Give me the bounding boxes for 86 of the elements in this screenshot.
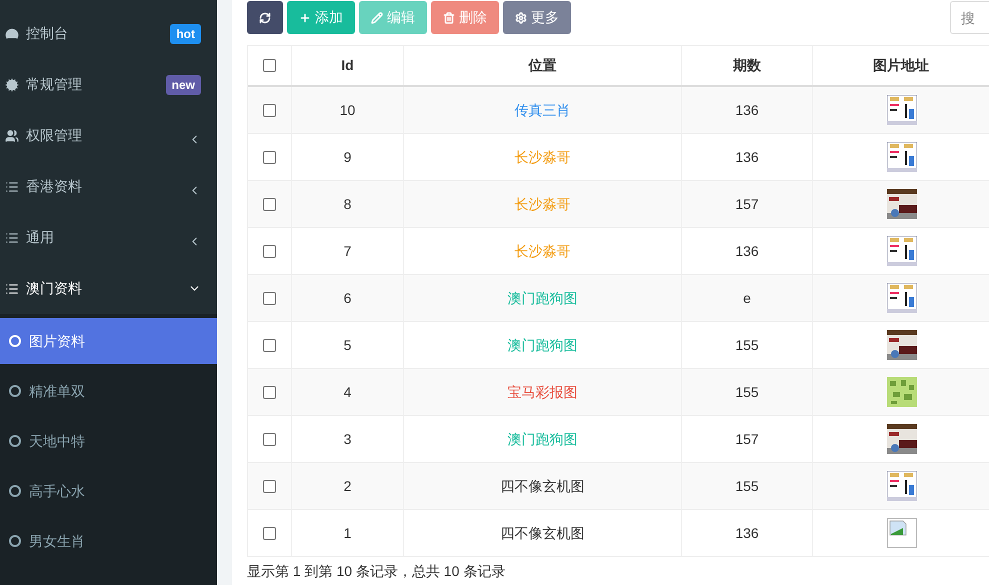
settings-icon [515,12,527,24]
table-cell-text: 155 [735,476,759,496]
sidebar-item[interactable]: 澳门资料 [0,263,217,314]
table-cell-text: 155 [735,382,759,402]
sidebar-item[interactable]: 常规管理 new [0,59,217,110]
more-button[interactable]: 更多 [503,1,571,34]
table-cell-text: e [743,288,751,308]
row-checkbox[interactable] [263,386,276,398]
row-checkbox[interactable] [263,338,276,352]
trash-icon [443,12,455,24]
scene-thumbnail-icon [886,189,916,219]
table-cell-text: 157 [735,430,759,448]
sidebar-item-label: 常规管理 [26,75,82,94]
table-cell-text: 136 [735,100,759,120]
submenu-item[interactable]: 天地中特 [0,418,217,464]
sidebar-item-label: 澳门资料 [26,279,82,298]
sidebar-badge: new [166,74,201,94]
book-thumbnail-icon [886,95,916,125]
refresh-button[interactable] [247,1,283,34]
table-cell-text: 157 [735,194,759,214]
list-icon [5,282,19,296]
sidebar-item-label: 通用 [26,228,54,247]
book-thumbnail-icon [886,142,916,172]
users-icon [5,128,19,142]
row-checkbox[interactable] [263,198,276,210]
table-cell-text: 136 [735,148,759,166]
location-link[interactable]: 四不像玄机图 [500,476,584,496]
table-cell-text: 7 [344,242,352,260]
sidebar-item-label: 香港资料 [26,177,82,196]
table-cell-text: 9 [344,148,352,166]
pattern-thumbnail-icon [886,377,916,407]
sidebar-item[interactable]: 香港资料 [0,161,217,212]
submenu-item-label: 高手心水 [29,482,85,500]
column-header[interactable]: 期数 [682,46,813,85]
table-cell-text: 8 [344,194,352,214]
row-checkbox[interactable] [263,432,276,446]
submenu-item-label: 精准单双 [29,382,85,400]
table-cell-text: 5 [344,336,352,354]
table-cell-text: 4 [344,382,352,402]
book-thumbnail-icon [886,236,916,266]
location-link[interactable]: 四不像玄机图 [500,522,584,544]
table-cell-text: 2 [344,476,352,496]
row-checkbox[interactable] [263,150,276,164]
sidebar-item[interactable]: 控制台 hot [0,8,217,59]
scene-thumbnail-icon [886,330,916,360]
plus-icon [299,12,311,24]
submenu-item[interactable]: 图片资料 [0,318,217,364]
column-header[interactable]: 位置 [404,46,682,85]
column-header[interactable]: Id [292,46,404,85]
list-icon [5,230,19,244]
table-cell-text: 136 [735,242,759,260]
submenu-item-label: 图片资料 [29,332,85,350]
pagination-summary: 显示第 1 到第 10 条记录，总共 10 条记录 [247,563,506,579]
row-checkbox[interactable] [263,104,276,116]
book-thumbnail-icon [886,471,916,501]
search-field[interactable]: 搜 [950,1,989,34]
sidebar-item-label: 权限管理 [26,126,82,145]
select-all-checkbox[interactable] [263,59,276,72]
book-thumbnail-icon [886,283,916,313]
row-checkbox[interactable] [263,292,276,304]
sidebar-item[interactable]: 通用 [0,212,217,263]
refresh-icon [259,12,271,24]
row-checkbox[interactable] [263,244,276,258]
table-cell-text: 3 [344,430,352,448]
submenu-item-label: 男女生肖 [29,532,85,550]
column-header[interactable]: 图片地址 [813,46,989,85]
sidebar-badge: hot [170,24,201,44]
row-checkbox[interactable] [263,480,276,492]
table-cell-text: 155 [735,336,759,354]
sidebar-item[interactable]: 权限管理 [0,110,217,161]
table-cell-text: 1 [344,524,352,542]
table-cell-text: 136 [735,524,759,542]
submenu-item[interactable]: 精准单双 [0,368,217,414]
row-checkbox[interactable] [263,526,276,540]
sidebar-item-label: 控制台 [26,24,68,43]
table-cell-text: 10 [340,100,356,120]
scene-thumbnail-icon [886,424,916,454]
list-icon [5,180,19,194]
broken-image-icon [886,518,916,548]
pencil-icon [371,12,383,24]
location-link[interactable]: 传真三肖 [514,100,570,120]
location-link[interactable]: 宝马彩报图 [508,382,578,402]
submenu-item[interactable]: 男女生肖 [0,518,217,564]
submenu-item-label: 天地中特 [29,432,85,450]
submenu-item[interactable]: 高手心水 [0,468,217,514]
table-cell-text: 6 [344,288,352,308]
